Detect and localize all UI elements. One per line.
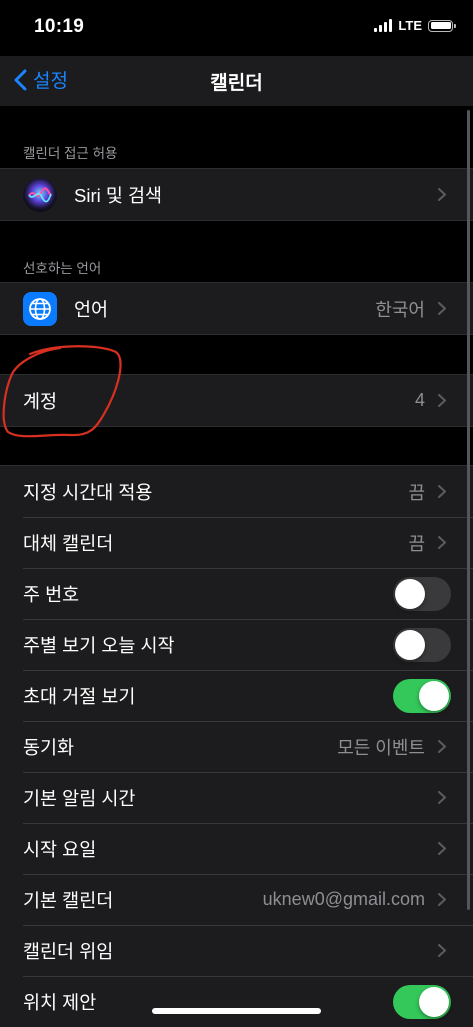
row-location-suggestions: 위치 제안 (0, 976, 473, 1027)
row-default-calendar[interactable]: 기본 캘린더 uknew0@gmail.com (0, 874, 473, 925)
chevron-right-icon (438, 791, 446, 804)
chevron-right-icon (438, 842, 446, 855)
group-language: 언어 한국어 (0, 282, 473, 335)
row-label: 위치 제안 (23, 991, 97, 1013)
chevron-right-icon (438, 944, 446, 957)
chevron-right-icon (438, 188, 446, 201)
group-calendar-settings: 지정 시간대 적용 끔 대체 캘린더 끔 주 번호 주별 보기 오늘 시작 초대… (0, 465, 473, 1027)
row-time-zone-override[interactable]: 지정 시간대 적용 끔 (0, 466, 473, 517)
row-siri-search[interactable]: Siri 및 검색 (0, 169, 473, 220)
row-show-declined-invites: 초대 거절 보기 (0, 670, 473, 721)
week-view-today-toggle[interactable] (393, 627, 451, 662)
row-label: 캘린더 위임 (23, 940, 114, 962)
annotation-circle (2, 345, 122, 438)
row-label: 기본 알림 시간 (23, 787, 136, 809)
chevron-right-icon (438, 394, 446, 407)
row-label: 초대 거절 보기 (23, 685, 136, 707)
chevron-right-icon (438, 485, 446, 498)
row-delegate-calendars[interactable]: 캘린더 위임 (0, 925, 473, 976)
group-access: Siri 및 검색 (0, 168, 473, 221)
row-label: 언어 (74, 298, 109, 320)
home-indicator[interactable] (152, 1008, 321, 1014)
cellular-signal-icon (374, 19, 393, 32)
chevron-right-icon (438, 302, 446, 315)
row-value: uknew0@gmail.com (262, 889, 425, 909)
status-time: 10:19 (34, 16, 85, 37)
row-label: 기본 캘린더 (23, 889, 114, 911)
row-value: 모든 이벤트 (337, 737, 425, 758)
scrollbar[interactable] (467, 110, 470, 910)
chevron-right-icon (438, 893, 446, 906)
chevron-right-icon (438, 536, 446, 549)
row-default-alert-times[interactable]: 기본 알림 시간 (0, 772, 473, 823)
row-start-week-on[interactable]: 시작 요일 (0, 823, 473, 874)
section-header-access: 캘린더 접근 허용 (23, 146, 118, 161)
declined-invites-toggle[interactable] (393, 678, 451, 713)
row-sync[interactable]: 동기화 모든 이벤트 (0, 721, 473, 772)
row-label: 동기화 (23, 736, 75, 758)
row-label: 주 번호 (23, 583, 80, 605)
chevron-right-icon (438, 740, 446, 753)
siri-icon (23, 177, 57, 212)
row-week-numbers: 주 번호 (0, 568, 473, 619)
row-value: 끔 (408, 533, 425, 554)
row-language[interactable]: 언어 한국어 (0, 283, 473, 334)
row-value: 4 (414, 390, 425, 410)
globe-icon (23, 291, 57, 326)
battery-icon (428, 19, 456, 32)
row-value: 한국어 (375, 299, 425, 320)
status-indicators: LTE (374, 18, 456, 33)
row-alternate-calendar[interactable]: 대체 캘린더 끔 (0, 517, 473, 568)
row-label: 시작 요일 (23, 838, 97, 860)
navigation-bar: 설정 캘린더 (0, 56, 473, 106)
row-label: 주별 보기 오늘 시작 (23, 634, 175, 656)
network-type: LTE (398, 18, 422, 33)
page-title: 캘린더 (210, 73, 263, 94)
row-label: 대체 캘린더 (23, 532, 114, 554)
status-bar: 10:19 LTE (0, 0, 473, 56)
row-week-view-starts-today: 주별 보기 오늘 시작 (0, 619, 473, 670)
row-value: 끔 (408, 482, 425, 503)
week-numbers-toggle[interactable] (393, 576, 451, 611)
row-label: 지정 시간대 적용 (23, 481, 153, 503)
row-label: Siri 및 검색 (74, 184, 163, 206)
location-suggestions-toggle[interactable] (393, 984, 451, 1019)
section-header-language: 선호하는 언어 (23, 261, 102, 276)
